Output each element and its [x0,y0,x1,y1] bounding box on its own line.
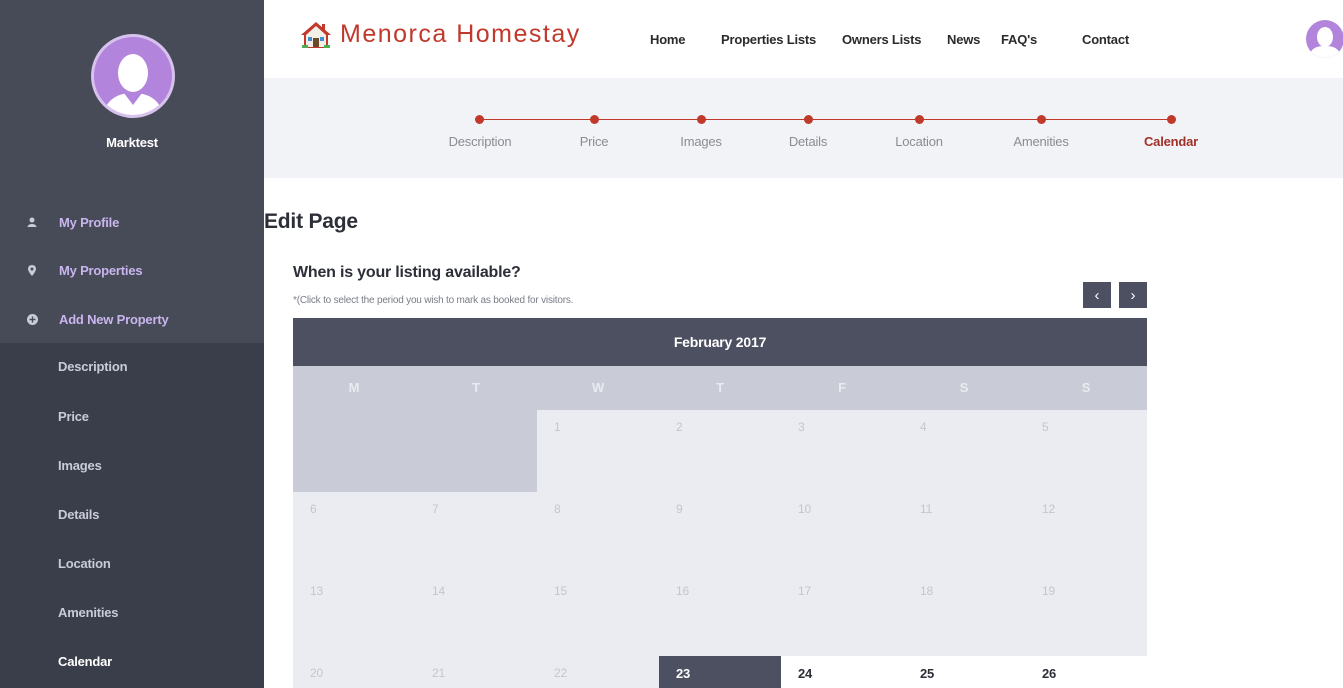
step-price[interactable]: Price [534,134,654,149]
calendar-day-cell[interactable]: 7 [415,492,537,574]
calendar-day-cell[interactable]: 23 [659,656,781,688]
map-pin-icon [22,264,42,276]
next-month-button[interactable]: › [1119,282,1147,308]
sidebar-item-my-properties[interactable]: My Properties [0,257,264,283]
calendar-week-row: 13 14 15 16 17 18 19 [293,574,1147,656]
calendar-empty-cell [415,410,537,492]
step-calendar[interactable]: Calendar [1111,134,1231,149]
sidebar-subitem-details[interactable]: Details [58,507,99,522]
weekday-label: T [472,380,480,395]
top-navbar: Menorca Homestay Home Properties Lists O… [264,0,1343,78]
site-logo[interactable]: Menorca Homestay [300,20,581,49]
availability-calendar: February 2017 M T W T F S S 1 2 3 4 5 6 7 8 9 10 1… [293,318,1147,688]
step-dot [915,115,924,124]
weekday-label: S [1081,380,1091,395]
calendar-week-row: 6 7 8 9 10 11 12 [293,492,1147,574]
sidebar-subitem-calendar[interactable]: Calendar [58,654,112,669]
calendar-day-cell[interactable]: 19 [1025,574,1147,656]
sidebar-item-label: Add New Property [59,311,169,327]
sidebar-item-label: My Properties [59,262,143,278]
calendar-day-cell[interactable]: 15 [537,574,659,656]
house-icon [301,21,331,48]
stepper-line [480,119,1172,120]
calendar-day-cell[interactable]: 3 [781,410,903,492]
calendar-day-cell[interactable]: 14 [415,574,537,656]
calendar-day-cell[interactable]: 12 [1025,492,1147,574]
step-dot [475,115,484,124]
availability-hint: *(Click to select the period you wish to… [293,295,574,306]
sidebar-profile-panel: Marktest [0,0,264,343]
calendar-day-cell[interactable]: 22 [537,656,659,688]
calendar-day-cell[interactable]: 17 [781,574,903,656]
nav-faq[interactable]: FAQ's [1001,32,1037,47]
calendar-day-cell[interactable]: 25 [903,656,1025,688]
user-silhouette-icon [103,54,163,115]
calendar-day-cell[interactable]: 26 [1025,656,1147,688]
weekday-label: F [838,380,846,395]
calendar-day-cell[interactable]: 18 [903,574,1025,656]
page-title: Edit Page [264,210,358,233]
step-description[interactable]: Description [420,134,540,149]
sidebar-subitem-description[interactable]: Description [58,359,128,374]
calendar-day-cell[interactable]: 10 [781,492,903,574]
calendar-empty-cell [293,410,415,492]
step-dot [1167,115,1176,124]
calendar-day-cell[interactable]: 4 [903,410,1025,492]
step-dot [590,115,599,124]
step-images[interactable]: Images [641,134,761,149]
nav-contact[interactable]: Contact [1082,32,1129,47]
availability-question: When is your listing available? [293,264,521,281]
weekday-label: T [716,380,724,395]
progress-stepper: Description Price Images Details Locatio… [264,78,1343,178]
nav-owners-lists[interactable]: Owners Lists [842,32,921,47]
plus-circle-icon [22,313,42,325]
calendar-day-cell[interactable]: 5 [1025,410,1147,492]
calendar-week-row: 12345 [293,410,1147,492]
sidebar-item-my-profile[interactable]: My Profile [0,209,264,235]
user-icon [22,217,42,227]
calendar-day-cell[interactable]: 16 [659,574,781,656]
calendar-day-cell[interactable]: 9 [659,492,781,574]
step-dot [697,115,706,124]
sidebar-item-add-new-property[interactable]: Add New Property [0,306,264,332]
step-dot [804,115,813,124]
user-avatar-button[interactable] [1306,20,1343,58]
nav-news[interactable]: News [947,32,980,47]
username: Marktest [106,135,158,150]
calendar-day-cell[interactable]: 24 [781,656,903,688]
sidebar: Marktest My Profile My Properties Add Ne… [0,0,264,688]
sidebar-subitem-images[interactable]: Images [58,458,102,473]
calendar-day-cell[interactable]: 1 [537,410,659,492]
calendar-day-cell[interactable]: 21 [415,656,537,688]
weekday-label: M [348,380,360,395]
calendar-weekday-row: M T W T F S S [293,366,1147,410]
calendar-month-label: February 2017 [293,318,1147,366]
calendar-grid: 1 2 3 4 5 6 7 8 9 10 11 12 13 14 15 16 17 18 19 20 21 22 23 24 2… [293,410,1147,688]
chevron-left-icon: ‹ [1094,286,1100,304]
calendar-day-cell[interactable]: 11 [903,492,1025,574]
nav-properties-lists[interactable]: Properties Lists [721,32,816,47]
avatar[interactable] [91,34,175,118]
step-location[interactable]: Location [859,134,979,149]
calendar-day-cell[interactable]: 13 [293,574,415,656]
calendar-week-row: 20 21 22 23 24 25 26 [293,656,1147,688]
step-amenities[interactable]: Amenities [981,134,1101,149]
step-details[interactable]: Details [748,134,868,149]
calendar-day-cell[interactable]: 2 [659,410,781,492]
calendar-day-cell[interactable]: 6 [293,492,415,574]
sidebar-subitem-price[interactable]: Price [58,409,89,424]
calendar-day-cell[interactable]: 8 [537,492,659,574]
sidebar-subitem-location[interactable]: Location [58,556,111,571]
calendar-day-cell[interactable]: 20 [293,656,415,688]
weekday-label: S [959,380,969,395]
sidebar-subitem-amenities[interactable]: Amenities [58,605,119,620]
sidebar-item-label: My Profile [59,214,120,230]
nav-home[interactable]: Home [650,32,686,47]
chevron-right-icon: › [1130,286,1136,304]
step-dot [1037,115,1046,124]
user-silhouette-icon [1309,27,1341,58]
logo-text: Menorca Homestay [340,20,581,48]
prev-month-button[interactable]: ‹ [1083,282,1111,308]
weekday-label: W [591,380,605,395]
